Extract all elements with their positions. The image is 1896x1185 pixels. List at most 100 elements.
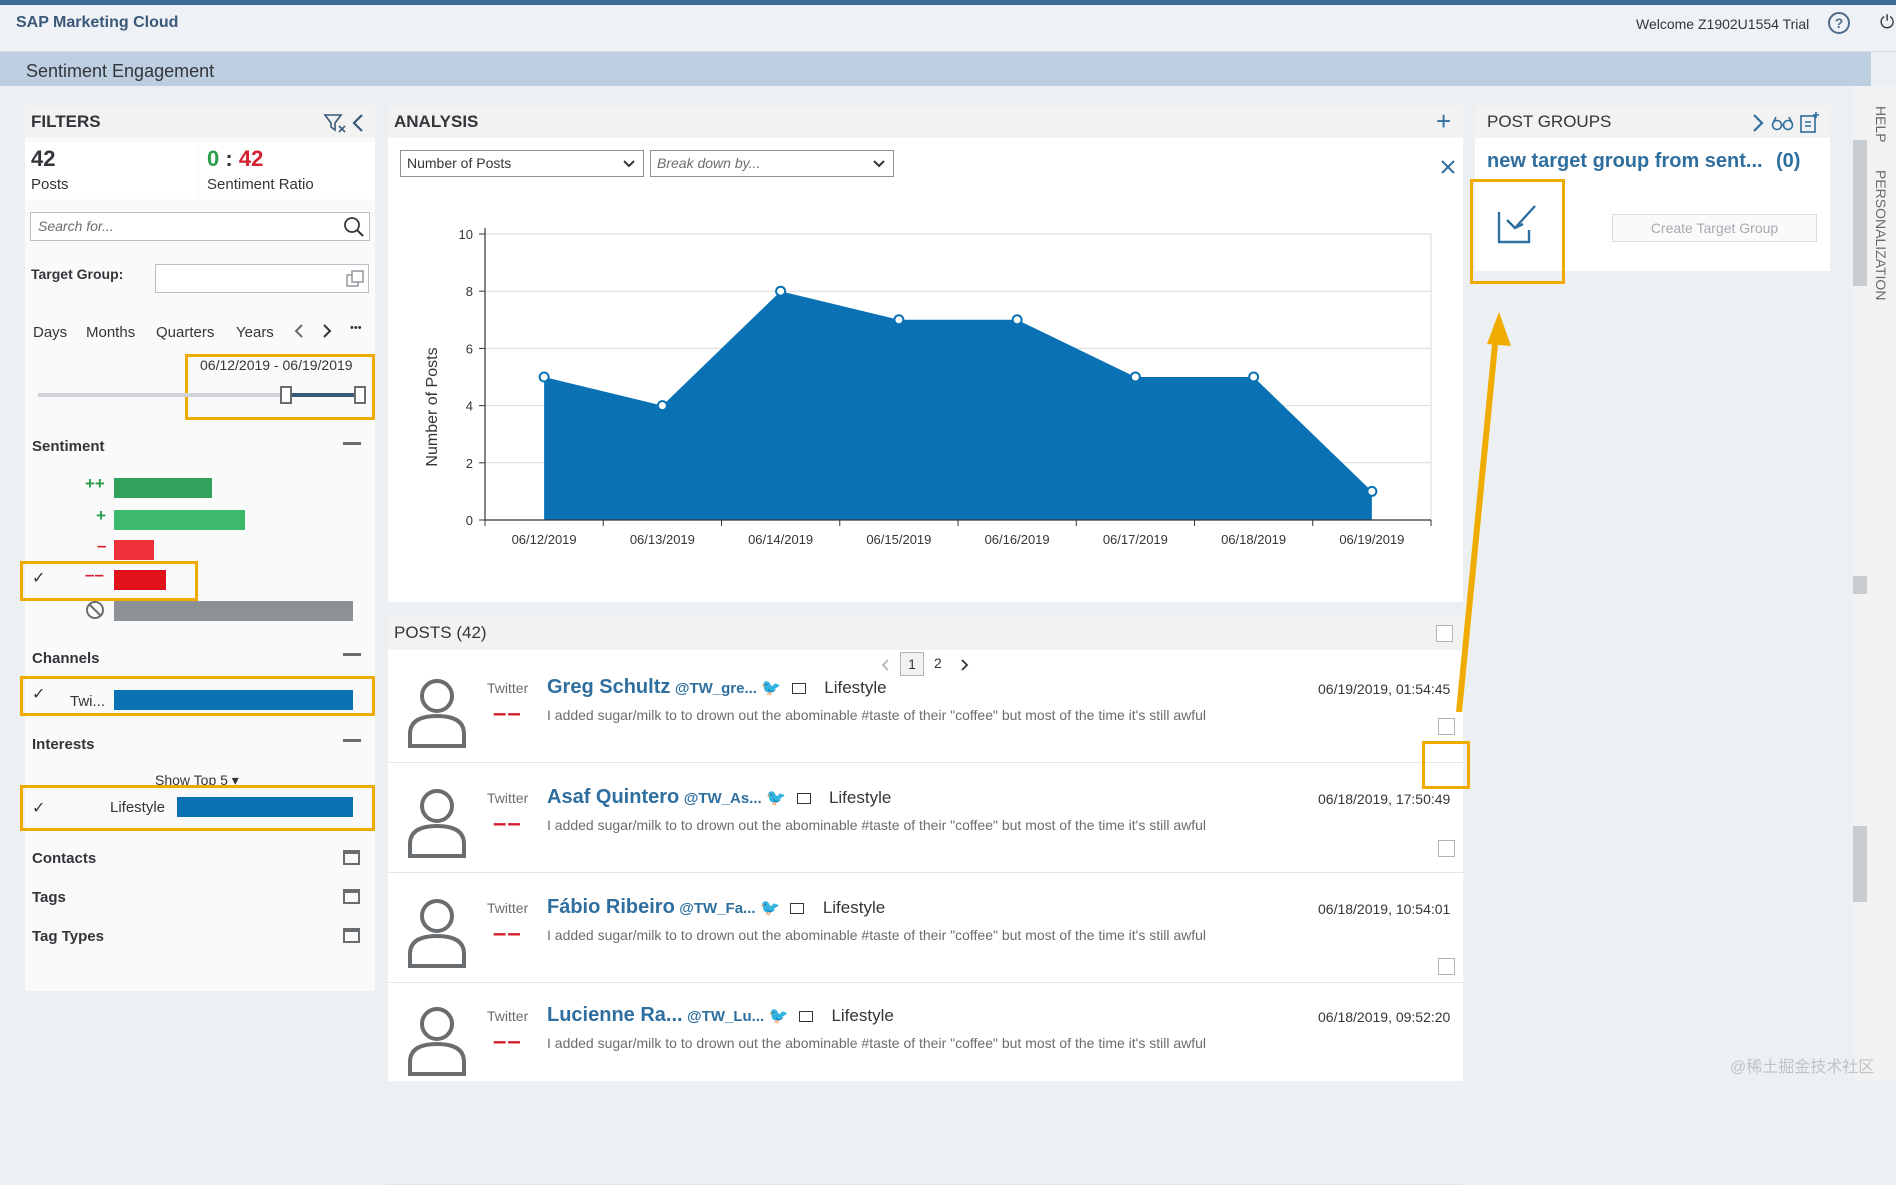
row-divider xyxy=(388,982,1463,983)
new-group-icon[interactable] xyxy=(1799,110,1821,134)
analysis-panel: ANALYSIS + Number of Posts Break down by… xyxy=(388,106,1463,602)
search-icon[interactable] xyxy=(343,216,365,238)
post-user-name[interactable]: Asaf Quintero xyxy=(547,786,679,808)
post-row[interactable]: Twitter –– Lucienne Ra... @TW_Lu... 🐦 Li… xyxy=(388,984,1463,1185)
value-help-icon[interactable] xyxy=(345,269,365,289)
channel-twitter-bar[interactable] xyxy=(114,690,353,710)
chevron-right-icon[interactable] xyxy=(321,322,333,340)
sentiment-positive-bar[interactable] xyxy=(114,510,245,530)
post-user-name[interactable]: Greg Schultz xyxy=(547,676,670,698)
check-icon[interactable]: ✓ xyxy=(32,684,45,704)
personalization-side-tab[interactable]: PERSONALIZATION xyxy=(1873,170,1889,300)
post-group-name[interactable]: new target group from sent... xyxy=(1487,150,1763,173)
x-tick-label: 06/17/2019 xyxy=(1103,532,1168,547)
app-title[interactable]: SAP Marketing Cloud xyxy=(16,14,178,32)
chart-area xyxy=(544,291,1372,520)
expand-tag-types-icon[interactable] xyxy=(343,928,360,943)
sentiment-very-negative-label: –– xyxy=(85,565,104,584)
contact-card-icon[interactable] xyxy=(799,1011,813,1022)
avatar-icon xyxy=(408,899,466,968)
date-slider-start-handle[interactable] xyxy=(280,386,292,404)
post-row[interactable]: Twitter –– Greg Schultz @TW_gre... 🐦 Lif… xyxy=(388,656,1463,766)
page-title: Sentiment Engagement xyxy=(26,61,215,81)
expand-tags-icon[interactable] xyxy=(343,889,360,904)
welcome-text[interactable]: Welcome Z1902U1554 Trial xyxy=(1636,16,1809,32)
post-user-handle[interactable]: @TW_As... xyxy=(684,790,762,807)
posts-count: 42 xyxy=(31,146,56,171)
x-tick-label: 06/19/2019 xyxy=(1339,532,1404,547)
post-checkbox[interactable] xyxy=(1438,718,1455,735)
collapse-channels-icon[interactable] xyxy=(343,653,361,656)
post-checkbox[interactable] xyxy=(1438,958,1455,975)
row-divider xyxy=(388,762,1463,763)
create-target-group-button[interactable]: Create Target Group xyxy=(1612,214,1817,242)
data-point xyxy=(893,314,905,326)
date-range: 06/12/2019 - 06/19/2019 xyxy=(200,357,353,373)
y-tick-label: 2 xyxy=(466,456,473,471)
post-row[interactable]: Twitter –– Fábio Ribeiro @TW_Fa... 🐦 Lif… xyxy=(388,876,1463,986)
watermark: @稀土掘金技术社区 xyxy=(1730,1059,1875,1076)
x-tick-label: 06/14/2019 xyxy=(748,532,813,547)
expand-right-icon[interactable] xyxy=(1751,113,1765,133)
post-user-name[interactable]: Fábio Ribeiro xyxy=(547,896,675,918)
avatar-icon xyxy=(408,789,466,858)
post-date: 06/19/2019, 01:54:45 xyxy=(1318,681,1451,697)
y-tick-label: 0 xyxy=(466,513,473,528)
x-tick-label: 06/13/2019 xyxy=(630,532,695,547)
more-icon[interactable]: ••• xyxy=(350,322,362,334)
help-icon[interactable]: ? xyxy=(1828,12,1850,34)
sentiment-negative-bar[interactable] xyxy=(114,540,154,560)
post-user-handle[interactable]: @TW_Fa... xyxy=(679,900,755,917)
posts-panel: POSTS (42) 1 2 Twitter –– Greg Schultz @… xyxy=(388,616,1470,1185)
scroll-thumb[interactable] xyxy=(1853,140,1867,286)
ratio-negative: 42 xyxy=(238,146,264,171)
x-axis-ticks: 06/12/2019 06/13/2019 06/14/2019 06/15/2019… xyxy=(484,520,1432,547)
sentiment-very-positive-bar[interactable] xyxy=(114,478,212,498)
tab-quarters[interactable]: Quarters xyxy=(156,324,214,341)
tab-days[interactable]: Days xyxy=(33,324,67,341)
clear-filter-icon[interactable] xyxy=(323,112,347,134)
contact-card-icon[interactable] xyxy=(791,683,806,694)
y-tick-label: 4 xyxy=(466,399,473,414)
sentiment-very-positive-label: ++ xyxy=(85,474,105,493)
post-user-handle[interactable]: @TW_Lu... xyxy=(687,1008,764,1025)
posts-area-chart: 0246810 06/12/2019 06/13/2019 06/14/2019 06… xyxy=(424,227,1432,547)
check-icon[interactable]: ✓ xyxy=(32,798,45,818)
ratio-separator: : xyxy=(225,146,233,171)
collapse-interests-icon[interactable] xyxy=(343,739,361,742)
expand-contacts-icon[interactable] xyxy=(343,850,360,865)
scroll-thumb-lower[interactable] xyxy=(1853,826,1867,902)
data-point xyxy=(538,371,550,383)
tab-years[interactable]: Years xyxy=(236,324,274,341)
filters-panel: FILTERS 42 Posts 0 : 42 Sentiment Ratio … xyxy=(20,106,375,991)
post-checkbox[interactable] xyxy=(1438,840,1455,857)
post-row[interactable]: Twitter –– Asaf Quintero @TW_As... 🐦 Lif… xyxy=(388,766,1463,876)
collapse-sentiment-icon[interactable] xyxy=(343,442,361,445)
power-icon[interactable]: ⏻ xyxy=(1880,12,1894,33)
annotation-arrow xyxy=(1456,312,1511,713)
help-side-tab[interactable]: HELP xyxy=(1873,106,1889,143)
interest-label: Lifestyle xyxy=(110,799,166,816)
chevron-left-icon[interactable] xyxy=(293,322,305,340)
channel-label: Twi... xyxy=(70,693,106,710)
post-text: I added sugar/milk to to drown out the a… xyxy=(547,707,1207,723)
post-user-name[interactable]: Lucienne Ra... xyxy=(547,1004,683,1026)
interest-lifestyle-bar[interactable] xyxy=(177,797,353,817)
glasses-icon[interactable] xyxy=(1771,114,1795,132)
sentiment-very-negative-bar[interactable] xyxy=(114,570,166,590)
post-user-handle[interactable]: @TW_gre... xyxy=(675,680,757,697)
data-point xyxy=(1248,371,1260,383)
target-group-input[interactable] xyxy=(155,264,369,293)
tab-months[interactable]: Months xyxy=(86,324,135,341)
check-icon[interactable]: ✓ xyxy=(32,568,45,588)
twitter-icon: 🐦 xyxy=(761,680,782,697)
contact-card-icon[interactable] xyxy=(796,793,811,804)
contact-card-icon[interactable] xyxy=(790,903,805,914)
sentiment-neutral-bar[interactable] xyxy=(114,601,353,621)
post-date: 06/18/2019, 09:52:20 xyxy=(1318,1009,1451,1025)
scroll-marker[interactable] xyxy=(1853,576,1867,594)
drop-posts-icon[interactable] xyxy=(1495,202,1539,246)
date-slider-end-handle[interactable] xyxy=(354,386,366,404)
collapse-left-icon[interactable] xyxy=(351,113,365,133)
avatar-icon xyxy=(408,1007,466,1076)
